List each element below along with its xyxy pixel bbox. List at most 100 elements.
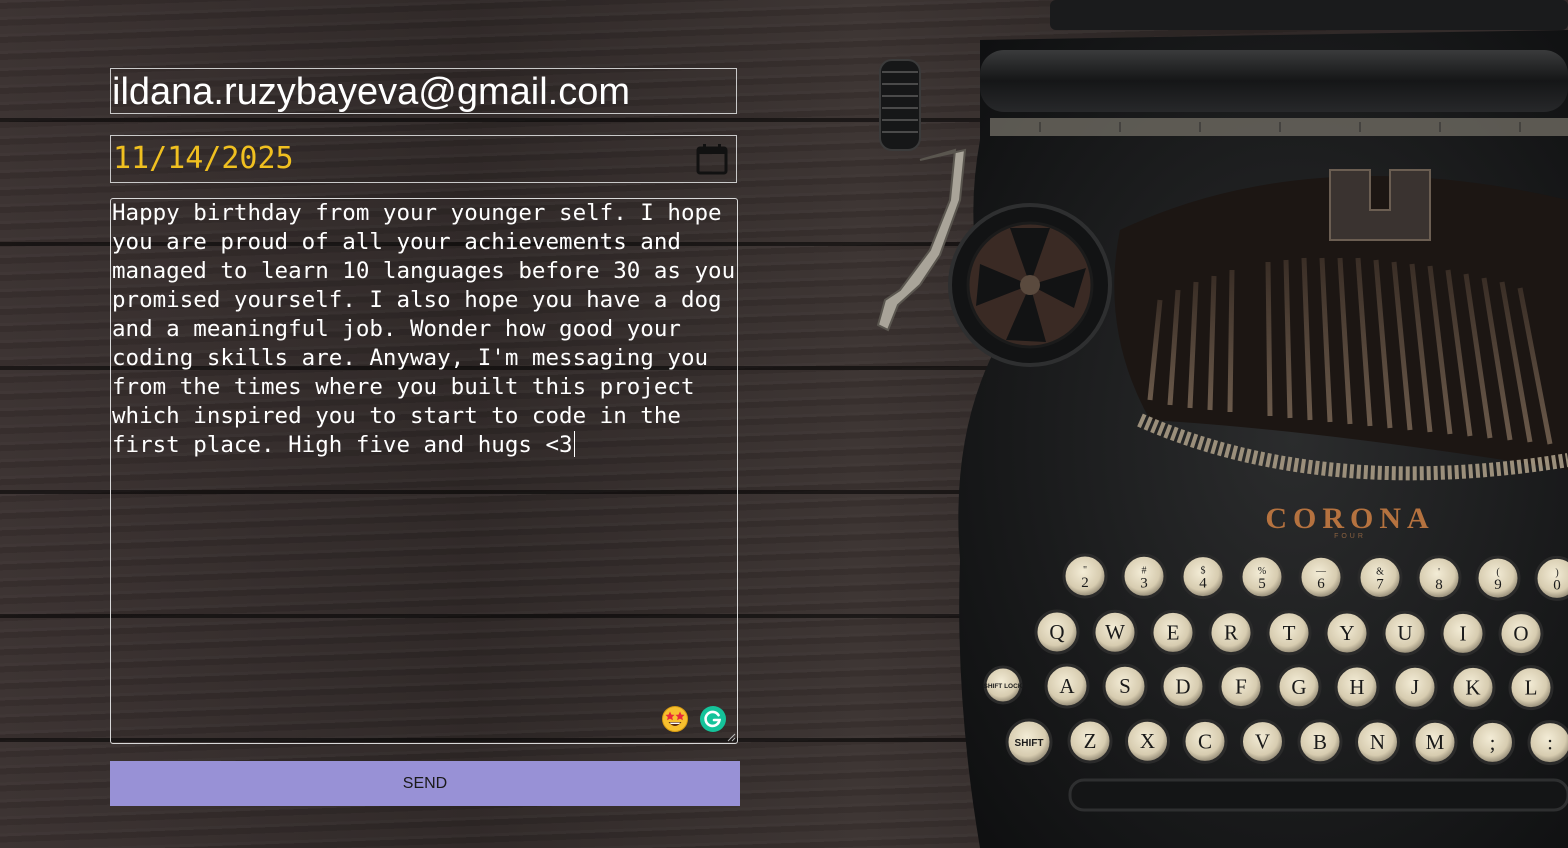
key-char: R: [1224, 621, 1238, 645]
typewriter-key: O: [1498, 611, 1544, 657]
key-char: 4: [1199, 576, 1207, 592]
key-char: E: [1167, 620, 1180, 644]
typewriter-key: Y: [1324, 610, 1370, 656]
key-char: C: [1198, 729, 1212, 753]
typewriter-key: &7: [1357, 555, 1403, 600]
key-char: Z: [1084, 729, 1097, 753]
shift-lock-key: SHIFT LOCK: [983, 665, 1023, 705]
typewriter-key: (9: [1475, 555, 1521, 601]
typewriter-key: X: [1125, 718, 1170, 764]
typewriter-key: J: [1392, 664, 1438, 710]
key-char: H: [1349, 675, 1364, 699]
resize-handle-icon[interactable]: [726, 732, 736, 742]
key-char: 7: [1376, 577, 1384, 593]
typewriter-key: E: [1150, 609, 1196, 655]
typewriter-key: )0: [1534, 555, 1568, 601]
typewriter-key: W: [1092, 609, 1138, 655]
typewriter-key: M: [1412, 719, 1458, 765]
typewriter-key: '8: [1416, 555, 1462, 601]
key-char: 9: [1494, 577, 1502, 593]
bottom-key-row: Z X C V B N M;:: [1067, 718, 1568, 766]
key-char: K: [1465, 675, 1480, 699]
key-char: Y: [1339, 621, 1354, 645]
typewriter-key: "2: [1062, 553, 1108, 599]
key-char: W: [1105, 620, 1125, 644]
typewriter-key: U: [1382, 610, 1428, 656]
space-bar: [1068, 778, 1568, 812]
key-char: A: [1059, 674, 1075, 698]
key-char: :: [1547, 731, 1553, 755]
key-char: O: [1513, 622, 1528, 646]
key-char: S: [1119, 674, 1131, 698]
typewriter-key: F: [1218, 664, 1264, 710]
key-char: F: [1235, 675, 1247, 699]
key-char: B: [1313, 730, 1327, 754]
typewriter-image: CORONA FOUR "2 #3 $4 %5 —6&7 '8 (9 )0 Q W E R T Y U I O…: [876, 0, 1568, 848]
model-label: FOUR: [1334, 533, 1366, 540]
date-value: 11/14/2025: [113, 141, 294, 176]
typewriter-key: $4: [1180, 554, 1226, 600]
paper-guide: [990, 118, 1568, 136]
email-field[interactable]: ildana.ruzybayeva@gmail.com: [110, 68, 737, 114]
qwerty-key-row: QWERTYUIO: [1034, 609, 1544, 657]
key-char: Q: [1049, 620, 1064, 644]
typewriter-key: Q: [1034, 609, 1080, 655]
key-char: 5: [1258, 576, 1266, 592]
typewriter-key: G: [1276, 664, 1322, 710]
key-char: 6: [1317, 576, 1325, 592]
shift-lock-label: SHIFT LOCK: [984, 683, 1023, 690]
send-button[interactable]: SEND: [110, 761, 740, 806]
text-caret: [573, 431, 575, 457]
typewriter-key: S: [1102, 663, 1148, 709]
typewriter-key: T: [1266, 610, 1312, 656]
home-key-row: ASDFGHJKL: [1044, 663, 1554, 711]
platen: [980, 50, 1568, 112]
key-char: V: [1255, 730, 1270, 754]
key-char: T: [1283, 621, 1296, 645]
typewriter-key: Z: [1067, 718, 1113, 764]
message-textarea[interactable]: Happy birthday from your younger self. I…: [110, 198, 738, 744]
star-struck-emoji-icon[interactable]: [661, 705, 689, 733]
key-char: ;: [1490, 730, 1496, 754]
shift-label: SHIFT: [1015, 738, 1044, 749]
shift-key: SHIFT: [1005, 718, 1053, 766]
key-char: G: [1291, 675, 1306, 699]
typewriter-key: K: [1450, 664, 1496, 710]
date-field[interactable]: 11/14/2025: [110, 135, 737, 183]
key-char: U: [1397, 621, 1412, 645]
typewriter-key: N: [1355, 719, 1400, 765]
typewriter-key: D: [1160, 663, 1206, 709]
typewriter-key: V: [1240, 719, 1285, 765]
brand-label: CORONA: [1265, 502, 1434, 535]
message-content: Happy birthday from your younger self. I…: [112, 200, 749, 458]
platen-knob: [879, 59, 921, 151]
key-char: 8: [1435, 577, 1443, 593]
key-char: I: [1460, 621, 1467, 645]
key-char: J: [1411, 675, 1419, 699]
key-char: 2: [1081, 575, 1089, 591]
typewriter-key: C: [1182, 718, 1228, 764]
typewriter-key: A: [1044, 663, 1090, 709]
typewriter-key: R: [1208, 610, 1254, 656]
typewriter-key: #3: [1121, 553, 1167, 599]
grammarly-icon[interactable]: [699, 705, 727, 733]
calendar-icon[interactable]: [696, 143, 728, 175]
key-char: D: [1175, 674, 1190, 698]
key-char: N: [1370, 730, 1385, 754]
key-char: X: [1140, 729, 1155, 753]
number-key-row: "2 #3 $4 %5 —6&7 '8 (9 )0: [1062, 553, 1568, 601]
key-char: 3: [1140, 575, 1148, 591]
typewriter-key: ;: [1470, 719, 1515, 765]
key-char: 0: [1553, 577, 1561, 593]
key-char: L: [1525, 676, 1538, 700]
message-text: Happy birthday from your younger self. I…: [112, 199, 736, 460]
typewriter-key: —6: [1298, 554, 1344, 600]
typewriter-key: :: [1527, 720, 1568, 766]
typewriter-key: I: [1440, 610, 1486, 656]
typewriter-key: H: [1334, 664, 1380, 710]
typewriter-key: %5: [1239, 554, 1285, 600]
carriage-top: [1050, 0, 1568, 30]
typewriter-key: L: [1508, 665, 1554, 711]
key-char: M: [1426, 730, 1445, 754]
typewriter-key: B: [1297, 719, 1343, 765]
